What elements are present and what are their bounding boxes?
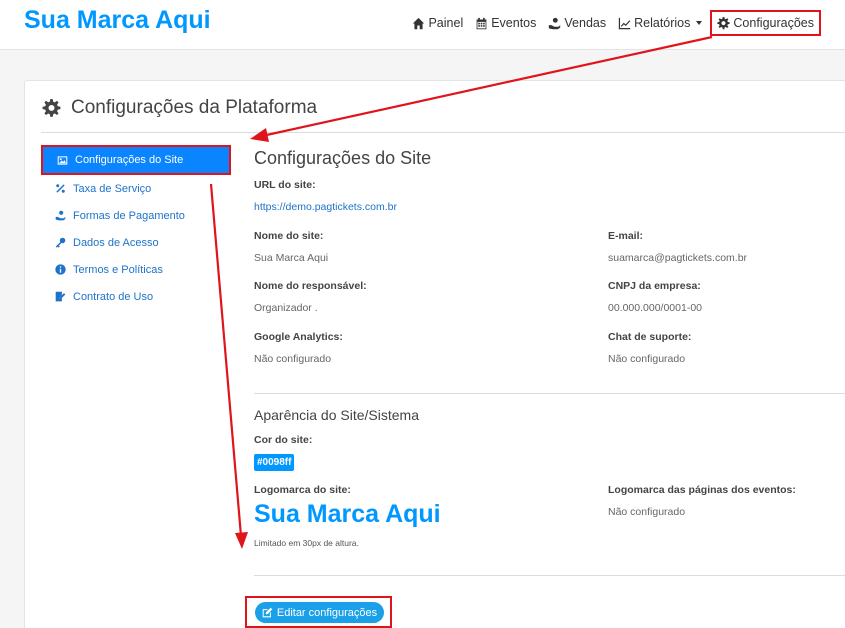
- edit-settings-button[interactable]: Editar configurações: [255, 602, 384, 623]
- nav-eventos[interactable]: Eventos: [475, 12, 536, 34]
- site-name-label: Nome do site:: [254, 230, 324, 242]
- nav-vendas[interactable]: Vendas: [548, 12, 606, 34]
- nav-label: Painel: [428, 16, 464, 30]
- settings-sidebar: Configurações do Site Taxa de Serviço Fo…: [41, 145, 231, 310]
- sidebar-item-access-data[interactable]: Dados de Acesso: [41, 229, 231, 256]
- percent-icon: [56, 184, 65, 193]
- image-icon: [57, 155, 68, 165]
- main-nav: Painel Eventos Vendas Relatórios Configu…: [400, 10, 821, 36]
- sidebar-item-label: Termos e Políticas: [73, 263, 163, 276]
- cnpj-value: 00.000.000/0001-00: [608, 302, 703, 314]
- key-icon: [55, 237, 66, 248]
- edit-button-highlight: Editar configurações: [245, 596, 392, 628]
- sidebar-item-label: Dados de Acesso: [73, 236, 159, 249]
- top-navbar: Sua Marca Aqui Painel Eventos Vendas Rel…: [0, 0, 845, 50]
- cnpj-label: CNPJ da empresa:: [608, 280, 701, 292]
- calendar-icon: [476, 17, 487, 29]
- sidebar-item-label: Taxa de Serviço: [73, 182, 152, 195]
- chevron-down-icon: [696, 21, 703, 25]
- hand-money-icon: [549, 17, 561, 29]
- hand-money-icon: [55, 210, 66, 221]
- edit-button-label: Editar configurações: [276, 606, 378, 619]
- nav-label: Configurações: [733, 16, 814, 30]
- nav-label: Vendas: [564, 16, 607, 30]
- gear-icon: [42, 98, 61, 117]
- sidebar-item-service-fee[interactable]: Taxa de Serviço: [41, 175, 231, 202]
- url-link[interactable]: https://demo.pagtickets.com.br: [254, 201, 397, 213]
- google-analytics-value: Não configurado: [254, 353, 332, 365]
- site-color-label: Cor do site:: [254, 434, 313, 446]
- event-logo-label: Logomarca das páginas dos eventos:: [608, 484, 796, 496]
- sidebar-item-label: Contrato de Uso: [73, 290, 154, 303]
- settings-card: Configurações da Plataforma Configuraçõe…: [24, 80, 845, 628]
- site-logo-label: Logomarca do site:: [254, 484, 351, 496]
- nav-configuracoes[interactable]: Configurações: [710, 10, 821, 36]
- site-color-swatch: #0098ff: [254, 452, 295, 471]
- edit-icon: [262, 607, 273, 618]
- divider: [254, 575, 845, 576]
- line-chart-icon: [618, 17, 631, 29]
- nav-label: Relatórios: [634, 16, 691, 30]
- google-analytics-label: Google Analytics:: [254, 331, 343, 343]
- support-chat-value: Não configurado: [608, 353, 686, 365]
- sidebar-item-site-settings[interactable]: Configurações do Site: [41, 145, 231, 175]
- event-logo-value: Não configurado: [608, 506, 686, 518]
- site-name-value: Sua Marca Aqui: [254, 252, 329, 264]
- sidebar-item-label: Formas de Pagamento: [73, 209, 185, 222]
- support-chat-label: Chat de suporte:: [608, 331, 692, 343]
- info-icon: [55, 264, 66, 275]
- appearance-title: Aparência do Site/Sistema: [254, 407, 419, 423]
- brand-logo[interactable]: Sua Marca Aqui: [24, 6, 211, 35]
- gear-icon: [717, 16, 730, 29]
- site-color-value: #0098ff: [254, 454, 295, 471]
- section-title: Configurações do Site: [254, 148, 432, 168]
- responsible-label: Nome do responsável:: [254, 280, 367, 292]
- sidebar-item-terms-policies[interactable]: Termos e Políticas: [41, 256, 231, 283]
- nav-relatorios[interactable]: Relatórios: [618, 12, 703, 34]
- page-title-text: Configurações da Plataforma: [71, 97, 318, 118]
- site-logo-preview: Sua Marca Aqui: [254, 500, 441, 528]
- email-value: suamarca@pagtickets.com.br: [608, 252, 748, 264]
- logo-size-note: Limitado em 30px de altura.: [254, 538, 359, 548]
- signature-icon: [55, 291, 66, 302]
- page-title: Configurações da Plataforma: [42, 97, 317, 119]
- email-label: E-mail:: [608, 230, 644, 242]
- sidebar-item-label: Configurações do Site: [75, 154, 184, 166]
- home-icon: [413, 17, 425, 29]
- divider: [254, 393, 845, 394]
- divider: [41, 132, 845, 133]
- nav-painel[interactable]: Painel: [412, 12, 463, 34]
- url-label: URL do site:: [254, 179, 316, 191]
- nav-label: Eventos: [491, 16, 537, 30]
- responsible-value: Organizador .: [254, 302, 318, 314]
- sidebar-item-usage-contract[interactable]: Contrato de Uso: [41, 283, 231, 310]
- sidebar-item-payment-methods[interactable]: Formas de Pagamento: [41, 202, 231, 229]
